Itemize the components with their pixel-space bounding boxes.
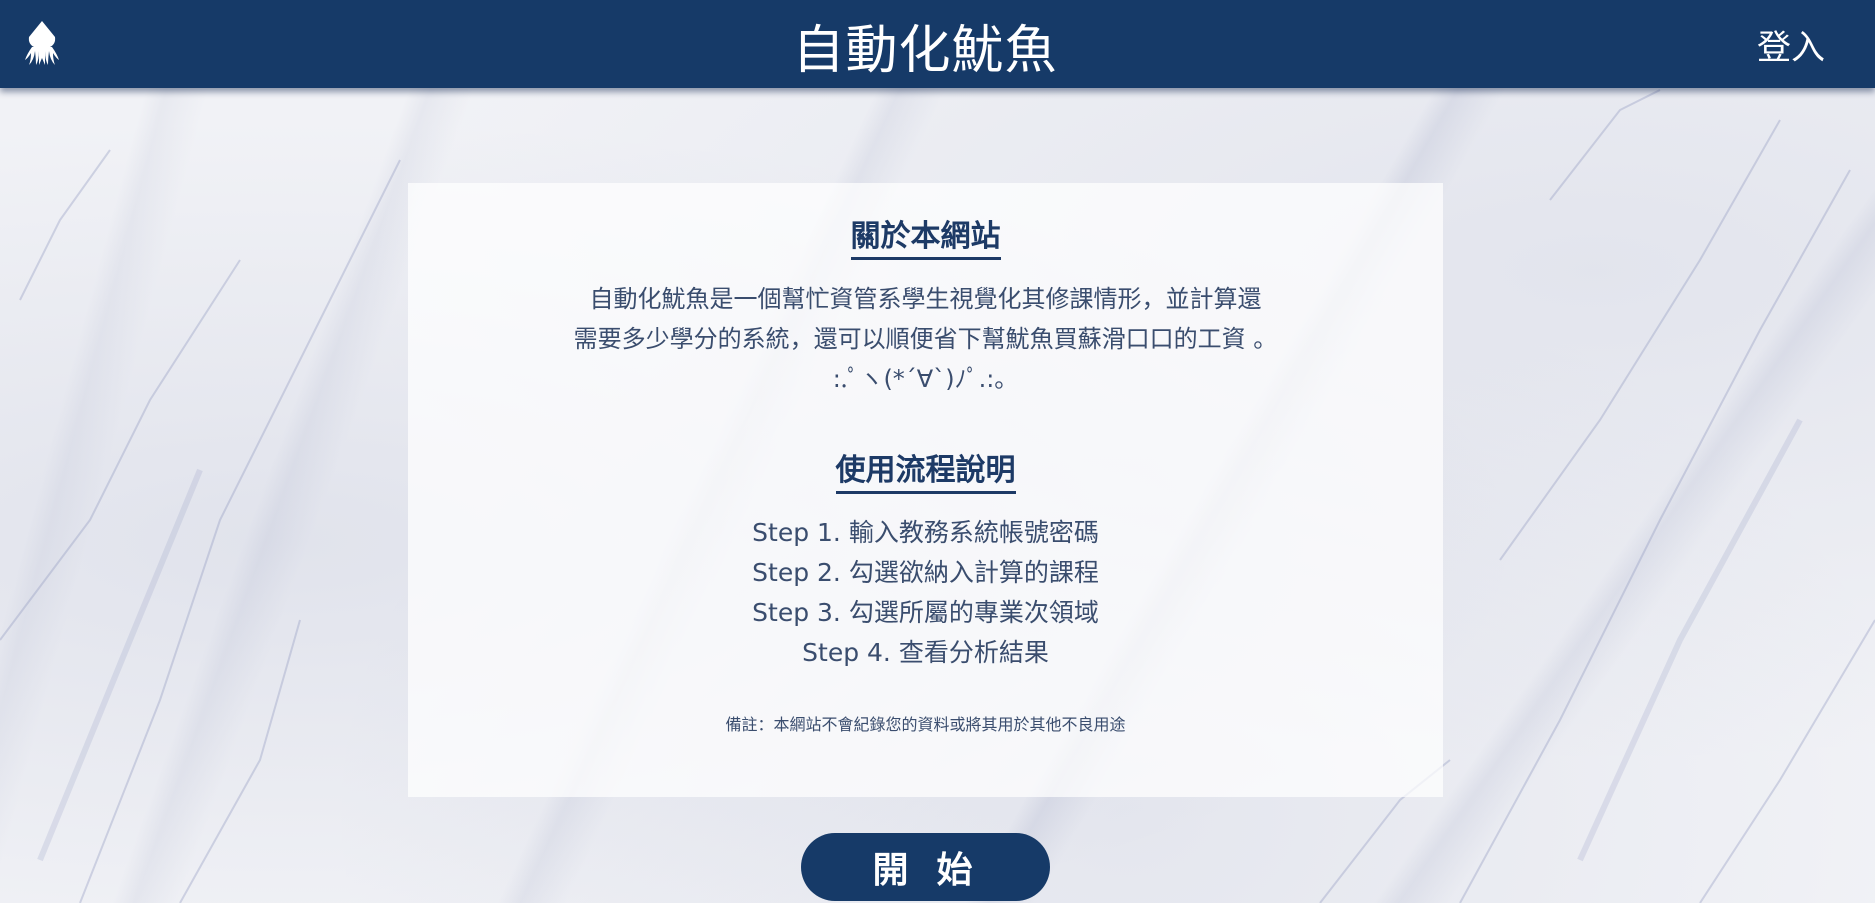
about-line: 需要多少學分的系統，還可以順便省下幫魷魚買蘇滑口口的工資 。 <box>573 325 1278 353</box>
about-description: 自動化魷魚是一個幫忙資管系學生視覺化其修課情形，並計算還 需要多少學分的系統，還… <box>538 279 1313 399</box>
step-item: Step 4. 查看分析結果 <box>802 638 1049 667</box>
login-link[interactable]: 登入 <box>1757 20 1825 69</box>
about-kaomoji: :.ﾟヽ(*´∀`)ﾉﾟ.:。 <box>832 365 1019 393</box>
info-card: 關於本網站 自動化魷魚是一個幫忙資管系學生視覺化其修課情形，並計算還 需要多少學… <box>408 183 1443 797</box>
privacy-note: 備註：本網站不會紀錄您的資料或將其用於其他不良用途 <box>725 715 1126 734</box>
about-line: 自動化魷魚是一個幫忙資管系學生視覺化其修課情形，並計算還 <box>589 285 1262 313</box>
top-navbar: 自動化魷魚 登入 <box>0 0 1875 88</box>
site-title: 自動化魷魚 <box>792 21 1058 81</box>
about-section: 關於本網站 <box>408 219 1443 260</box>
step-item: Step 1. 輸入教務系統帳號密碼 <box>752 518 1099 547</box>
start-button[interactable]: 開始 <box>801 833 1050 901</box>
step-item: Step 2. 勾選欲納入計算的課程 <box>752 558 1099 587</box>
flow-title: 使用流程說明 <box>835 453 1016 494</box>
step-item: Step 3. 勾選所屬的專業次領域 <box>752 598 1099 627</box>
flow-section: 使用流程說明 <box>408 453 1443 494</box>
about-title: 關於本網站 <box>850 219 1001 260</box>
steps-list: Step 1. 輸入教務系統帳號密碼 Step 2. 勾選欲納入計算的課程 St… <box>408 513 1443 673</box>
